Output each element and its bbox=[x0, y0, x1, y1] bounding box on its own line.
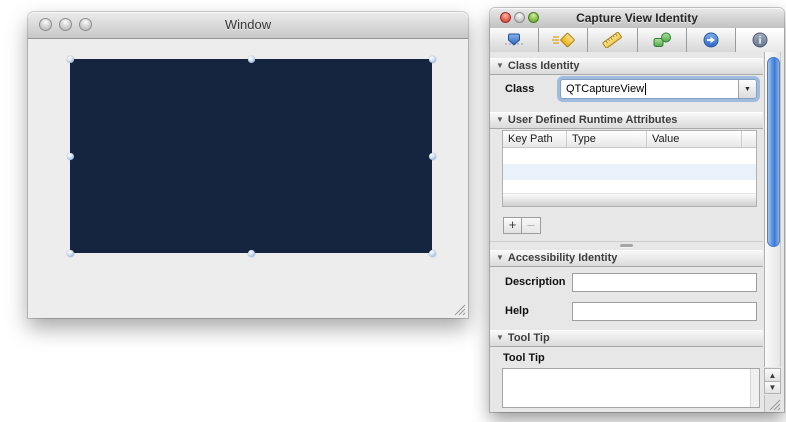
minimize-button[interactable] bbox=[514, 12, 525, 23]
class-label: Class bbox=[505, 83, 535, 95]
tab-bindings-inspector[interactable] bbox=[637, 28, 687, 52]
disclosure-triangle-icon[interactable]: ▼ bbox=[496, 330, 504, 345]
inspector-toolbar: i bbox=[490, 28, 785, 53]
document-titlebar[interactable]: Window bbox=[28, 12, 468, 39]
table-header-row: Key Path Type Value bbox=[503, 131, 756, 148]
column-header-value[interactable]: Value bbox=[647, 131, 742, 147]
textarea-scrollbar[interactable] bbox=[750, 369, 759, 407]
remove-attribute-button[interactable]: – bbox=[522, 217, 541, 234]
tab-effects-inspector[interactable] bbox=[539, 28, 589, 52]
table-footer-strip bbox=[503, 193, 756, 206]
chevron-down-icon: ▼ bbox=[744, 85, 751, 93]
selection-handle-top-left[interactable] bbox=[67, 56, 74, 63]
effects-inspector-icon bbox=[552, 32, 575, 48]
disclosure-triangle-icon[interactable]: ▼ bbox=[496, 112, 504, 127]
table-row[interactable] bbox=[503, 164, 756, 180]
scrollbar-track[interactable] bbox=[764, 52, 781, 367]
class-combo-box[interactable]: QTCaptureView ▼ bbox=[560, 79, 757, 99]
selection-handle-top-right[interactable] bbox=[429, 56, 436, 63]
close-button[interactable] bbox=[39, 18, 52, 31]
table-row[interactable] bbox=[503, 148, 756, 164]
selection-handle-middle-left[interactable] bbox=[67, 153, 74, 160]
document-window: Window bbox=[28, 12, 468, 318]
description-label: Description bbox=[505, 276, 566, 288]
help-label: Help bbox=[505, 305, 529, 317]
help-field[interactable] bbox=[572, 302, 757, 321]
runtime-attributes-table[interactable]: Key Path Type Value bbox=[502, 130, 757, 207]
section-header-class-identity[interactable]: ▼ Class Identity bbox=[490, 58, 763, 75]
tab-attributes-inspector[interactable] bbox=[490, 28, 540, 52]
inspector-titlebar[interactable]: Capture View Identity bbox=[490, 8, 784, 29]
text-caret bbox=[645, 83, 647, 95]
scroll-up-button[interactable]: ▲ bbox=[764, 368, 781, 381]
qtcaptureview-canvas[interactable] bbox=[70, 59, 432, 253]
tab-connections-inspector[interactable] bbox=[686, 28, 736, 52]
window-title: Window bbox=[224, 17, 272, 32]
section-header-runtime-attributes[interactable]: ▼ User Defined Runtime Attributes bbox=[490, 112, 763, 129]
add-attribute-button[interactable]: + bbox=[503, 217, 522, 234]
selection-handle-bottom-right[interactable] bbox=[429, 250, 436, 257]
description-field[interactable] bbox=[572, 273, 757, 292]
window-resize-grip[interactable] bbox=[453, 303, 466, 316]
inspector-panel: Capture View Identity i ▼ Class Identity… bbox=[490, 8, 785, 412]
scroll-down-button[interactable]: ▼ bbox=[764, 381, 781, 394]
selection-handle-bottom-left[interactable] bbox=[67, 250, 74, 257]
selection-handle-middle-right[interactable] bbox=[429, 153, 436, 160]
selection-handle-top-middle[interactable] bbox=[248, 56, 255, 63]
zoom-button[interactable] bbox=[528, 12, 539, 23]
size-inspector-icon bbox=[602, 32, 623, 48]
arrow-down-icon: ▼ bbox=[768, 383, 777, 392]
close-button[interactable] bbox=[500, 12, 511, 23]
splitter-dimple[interactable] bbox=[620, 244, 633, 247]
panel-scrollbar[interactable]: ▲ ▼ bbox=[764, 52, 781, 412]
minimize-button[interactable] bbox=[59, 18, 72, 31]
section-header-accessibility[interactable]: ▼ Accessibility Identity bbox=[490, 250, 763, 267]
arrow-up-icon: ▲ bbox=[768, 370, 777, 380]
combo-dropdown-button[interactable]: ▼ bbox=[738, 80, 756, 98]
section-splitter[interactable] bbox=[490, 241, 763, 250]
column-header-spacer bbox=[742, 131, 756, 147]
section-header-tool-tip[interactable]: ▼ Tool Tip bbox=[490, 330, 763, 347]
zoom-button[interactable] bbox=[79, 18, 92, 31]
class-value: QTCaptureView bbox=[566, 83, 645, 95]
tool-tip-label: Tool Tip bbox=[503, 352, 545, 364]
bindings-inspector-icon bbox=[653, 32, 671, 47]
disclosure-triangle-icon[interactable]: ▼ bbox=[496, 58, 504, 73]
panel-resize-grip[interactable] bbox=[764, 395, 781, 412]
selection-handle-bottom-middle[interactable] bbox=[248, 250, 255, 257]
column-header-type[interactable]: Type bbox=[567, 131, 647, 147]
identity-inspector-icon: i bbox=[752, 32, 768, 48]
column-header-key-path[interactable]: Key Path bbox=[503, 131, 567, 147]
connections-inspector-icon bbox=[703, 32, 719, 48]
attributes-inspector-icon bbox=[505, 33, 524, 46]
svg-text:i: i bbox=[759, 36, 762, 47]
scrollbar-thumb[interactable] bbox=[767, 57, 780, 247]
inspector-body: ▼ Class Identity Class QTCaptureView ▼ ▼ U… bbox=[490, 52, 784, 412]
tab-identity-inspector[interactable]: i bbox=[735, 28, 785, 52]
tab-size-inspector[interactable] bbox=[588, 28, 638, 52]
tool-tip-textarea[interactable] bbox=[502, 368, 760, 408]
disclosure-triangle-icon[interactable]: ▼ bbox=[496, 250, 504, 265]
window-content bbox=[28, 39, 468, 318]
